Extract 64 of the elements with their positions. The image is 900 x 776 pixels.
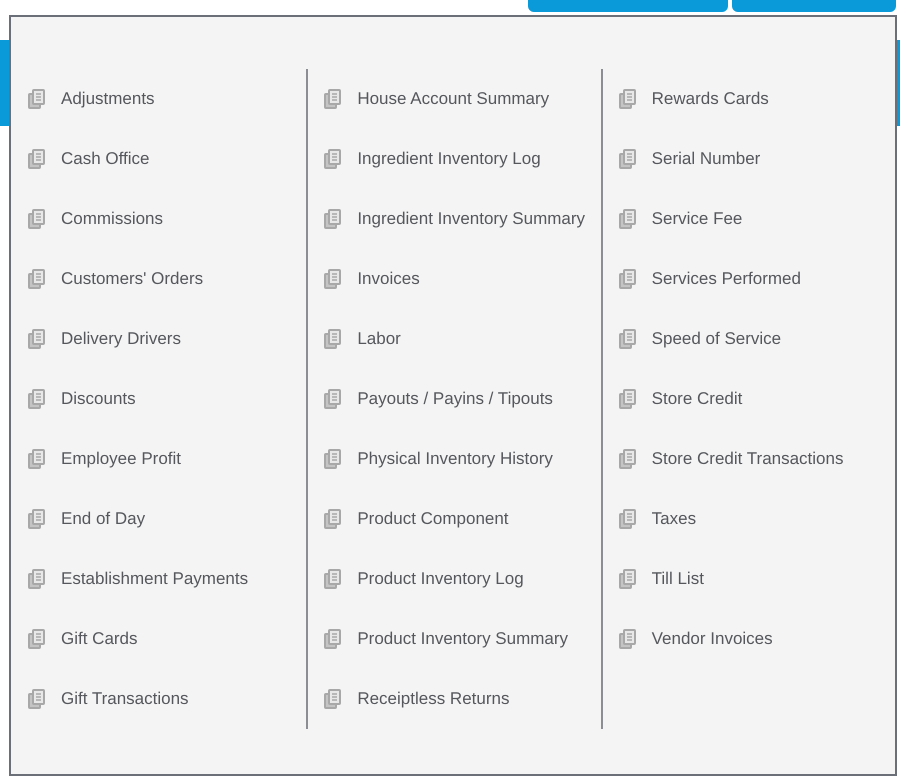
- report-link[interactable]: Taxes: [652, 506, 696, 532]
- document-icon: [618, 268, 638, 290]
- document-icon: [323, 508, 344, 530]
- document-icon: [27, 448, 47, 470]
- report-link[interactable]: Speed of Service: [652, 326, 782, 352]
- report-link[interactable]: Physical Inventory History: [357, 446, 553, 472]
- document-icon: [618, 208, 638, 230]
- report-link[interactable]: Delivery Drivers: [61, 326, 181, 352]
- report-link[interactable]: Store Credit Transactions: [652, 446, 844, 472]
- document-icon: [323, 88, 344, 110]
- document-icon: [618, 568, 638, 590]
- report-link[interactable]: Services Performed: [652, 266, 801, 292]
- document-icon: [27, 628, 47, 650]
- document-icon: [27, 568, 47, 590]
- report-link[interactable]: Commissions: [61, 206, 164, 232]
- report-link[interactable]: End of Day: [61, 506, 146, 532]
- document-icon: [323, 208, 344, 230]
- document-icon: [27, 268, 47, 290]
- report-link[interactable]: Ingredient Inventory Summary: [357, 206, 586, 232]
- report-link[interactable]: Product Inventory Summary: [357, 626, 568, 652]
- report-link[interactable]: Product Inventory Log: [357, 566, 524, 592]
- document-icon: [27, 508, 47, 530]
- document-icon: [618, 448, 638, 470]
- report-link[interactable]: Ingredient Inventory Log: [357, 146, 541, 172]
- document-icon: [618, 628, 638, 650]
- report-link[interactable]: Customers' Orders: [61, 266, 204, 292]
- document-icon: [27, 148, 47, 170]
- report-link[interactable]: Payouts / Payins / Tipouts: [357, 386, 553, 412]
- report-link[interactable]: Labor: [357, 326, 401, 352]
- report-link[interactable]: Employee Profit: [61, 446, 181, 472]
- document-icon: [323, 628, 344, 650]
- document-icon: [323, 568, 344, 590]
- report-link[interactable]: Gift Cards: [61, 626, 138, 652]
- report-link[interactable]: Gift Transactions: [61, 686, 189, 712]
- document-icon: [618, 88, 638, 110]
- document-icon: [27, 388, 47, 410]
- report-link[interactable]: Rewards Cards: [652, 86, 769, 112]
- document-icon: [618, 388, 638, 410]
- report-link[interactable]: Product Component: [357, 506, 509, 532]
- document-icon: [323, 328, 344, 350]
- report-link[interactable]: Discounts: [61, 386, 136, 412]
- document-icon: [323, 448, 344, 470]
- report-link[interactable]: Invoices: [357, 266, 420, 292]
- report-link[interactable]: Establishment Payments: [61, 566, 248, 592]
- report-link[interactable]: Service Fee: [652, 206, 742, 232]
- report-link[interactable]: Store Credit: [652, 386, 742, 412]
- report-link[interactable]: House Account Summary: [357, 86, 550, 112]
- report-link[interactable]: Cash Office: [61, 146, 150, 172]
- document-icon: [323, 268, 344, 290]
- document-icon: [27, 208, 47, 230]
- document-icon: [618, 508, 638, 530]
- document-icon: [618, 148, 638, 170]
- document-icon: [27, 88, 47, 110]
- report-link[interactable]: Serial Number: [652, 146, 760, 172]
- report-link[interactable]: Receiptless Returns: [357, 686, 510, 712]
- document-icon: [27, 328, 47, 350]
- document-icon: [323, 688, 344, 710]
- document-icon: [618, 328, 638, 350]
- report-link[interactable]: Adjustments: [61, 86, 155, 112]
- report-link[interactable]: Till List: [652, 566, 704, 592]
- document-icon: [323, 388, 344, 410]
- document-icon: [27, 688, 47, 710]
- report-link[interactable]: Vendor Invoices: [652, 626, 773, 652]
- document-icon: [323, 148, 344, 170]
